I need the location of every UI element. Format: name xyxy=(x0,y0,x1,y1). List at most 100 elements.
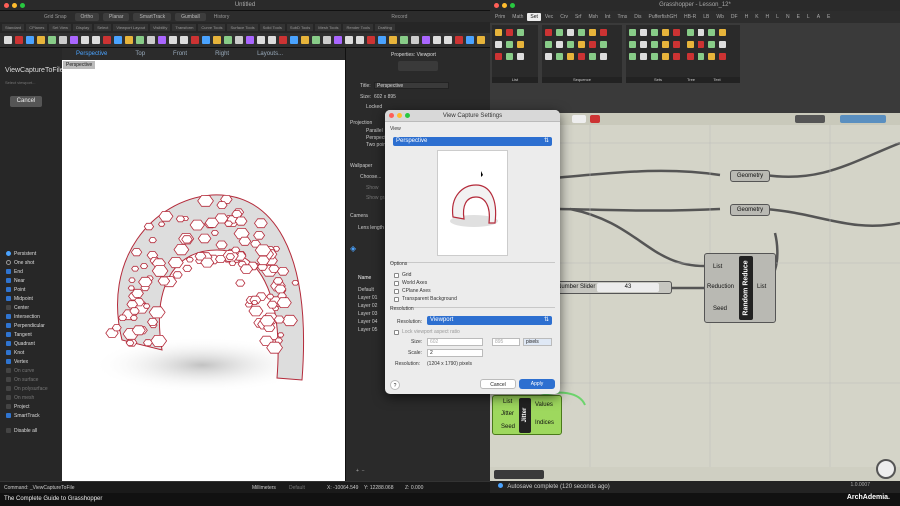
proj-parallel[interactable]: Parallel xyxy=(366,128,383,134)
gh-panel-label[interactable]: Sequence xyxy=(542,77,622,83)
toolbar-tab[interactable]: Drafting xyxy=(374,24,395,31)
command-cancel-button[interactable]: Cancel xyxy=(10,96,42,107)
toolbar-tool-icon[interactable] xyxy=(81,36,89,44)
osnap-option[interactable]: Persistent xyxy=(6,249,62,258)
layer-status[interactable]: Default xyxy=(289,485,305,491)
checkbox-icon[interactable] xyxy=(394,280,399,286)
gh-category-tab[interactable]: DF xyxy=(728,13,741,21)
checkbox-icon[interactable] xyxy=(6,314,11,319)
toolbar-tool-icon[interactable] xyxy=(411,36,419,44)
toolbar-tool-icon[interactable] xyxy=(70,36,78,44)
gh-component-icon[interactable] xyxy=(517,53,524,60)
toolbar-tool-icon[interactable] xyxy=(444,36,452,44)
gh-component-icon[interactable] xyxy=(578,29,585,36)
gh-panel-label[interactable]: Tree xyxy=(684,77,698,83)
toolbar-tool-icon[interactable] xyxy=(158,36,166,44)
toolbar-tool-icon[interactable] xyxy=(48,36,56,44)
navigation-gizmo-icon[interactable] xyxy=(876,459,896,479)
toolbar-tool-icon[interactable] xyxy=(323,36,331,44)
osnap-option[interactable]: One shot xyxy=(6,258,62,267)
gh-component-icon[interactable] xyxy=(556,29,563,36)
gh-component-icon[interactable] xyxy=(556,41,563,48)
toolbar-tool-icon[interactable] xyxy=(213,36,221,44)
gh-component-icon[interactable] xyxy=(545,53,552,60)
rr-input-seed[interactable]: Seed xyxy=(713,306,727,312)
option-checkbox[interactable]: CPlane Axes xyxy=(394,288,431,294)
osnap-option[interactable]: Disable all xyxy=(6,426,62,435)
help-button[interactable]: ? xyxy=(390,380,400,390)
checkbox-icon[interactable] xyxy=(6,323,11,328)
toolbar-tool-icon[interactable] xyxy=(169,36,177,44)
toolbar-tool-icon[interactable] xyxy=(103,36,111,44)
gh-category-tab[interactable]: Msh xyxy=(585,13,600,21)
toolbar-tab[interactable]: Transform xyxy=(172,24,197,31)
gh-component-icon[interactable] xyxy=(651,29,658,36)
gh-category-tab[interactable]: Wb xyxy=(713,13,727,21)
slider-value[interactable]: 43 xyxy=(597,283,659,292)
viewport-tab[interactable]: Front xyxy=(159,51,201,57)
radio-icon[interactable] xyxy=(6,251,11,256)
gh-category-tab[interactable]: Int xyxy=(602,13,614,21)
gh-component-icon[interactable] xyxy=(567,29,574,36)
canvas-preview-icon[interactable] xyxy=(590,115,600,123)
gh-category-tab[interactable]: PufferfishGH xyxy=(646,13,681,21)
gh-component-icon[interactable] xyxy=(495,29,502,36)
gh-category-tab[interactable]: Dis xyxy=(631,13,644,21)
gh-component-icon[interactable] xyxy=(578,53,585,60)
toolbar-tool-icon[interactable] xyxy=(191,36,199,44)
gh-component-icon[interactable] xyxy=(708,41,715,48)
jitter-output-indices[interactable]: Indices xyxy=(535,420,554,426)
viewport-tab[interactable]: Top xyxy=(121,51,159,57)
gh-component-icon[interactable] xyxy=(578,41,585,48)
scale-field[interactable]: 2 xyxy=(427,349,483,357)
checkbox-icon[interactable] xyxy=(6,341,11,346)
checkbox-icon[interactable] xyxy=(6,278,11,283)
toolbar-tool-icon[interactable] xyxy=(37,36,45,44)
gh-category-tab[interactable]: N xyxy=(783,13,793,21)
units-select[interactable]: pixels xyxy=(523,338,552,346)
checkbox-icon[interactable] xyxy=(6,305,11,310)
rr-input-reduction[interactable]: Reduction xyxy=(707,284,734,290)
toolbar-tool-icon[interactable] xyxy=(224,36,232,44)
gh-category-tab[interactable]: H xyxy=(763,13,773,21)
gh-component-icon[interactable] xyxy=(651,53,658,60)
planar-toggle[interactable]: Planar xyxy=(103,12,130,21)
osnap-option[interactable]: Knot xyxy=(6,348,62,357)
gh-component-icon[interactable] xyxy=(506,53,513,60)
toolbar-tool-icon[interactable] xyxy=(389,36,397,44)
toolbar-tool-icon[interactable] xyxy=(378,36,386,44)
toolbar-tool-icon[interactable] xyxy=(4,36,12,44)
checkbox-icon[interactable] xyxy=(394,296,399,302)
locked-checkbox[interactable]: Locked xyxy=(366,104,382,110)
osnap-option[interactable]: On polysurface xyxy=(6,384,62,393)
gh-component-icon[interactable] xyxy=(662,29,669,36)
checkbox-icon[interactable] xyxy=(394,288,399,294)
dialog-cancel-button[interactable]: Cancel xyxy=(480,379,516,389)
record-toggle[interactable]: Record xyxy=(387,14,411,20)
gh-component-icon[interactable] xyxy=(506,41,513,48)
toolbar-tab[interactable]: Curve Tools xyxy=(198,24,226,31)
layer-row[interactable]: Layer 03 xyxy=(358,311,377,319)
gh-category-tab[interactable]: Set xyxy=(527,13,541,21)
toolbar-tool-icon[interactable] xyxy=(455,36,463,44)
number-slider[interactable]: Number Slider 43 xyxy=(552,281,672,294)
geometry-param-2[interactable]: Geometry xyxy=(730,204,770,216)
gh-component-icon[interactable] xyxy=(708,53,715,60)
gh-component-icon[interactable] xyxy=(556,53,563,60)
toolbar-tool-icon[interactable] xyxy=(59,36,67,44)
gh-component-icon[interactable] xyxy=(719,29,726,36)
toolbar-tool-icon[interactable] xyxy=(356,36,364,44)
gh-component-icon[interactable] xyxy=(662,41,669,48)
osnap-option[interactable]: Quadrant xyxy=(6,339,62,348)
gh-component-icon[interactable] xyxy=(640,53,647,60)
gh-panel-label[interactable]: List xyxy=(492,77,538,83)
toolbar-tool-icon[interactable] xyxy=(466,36,474,44)
view-select[interactable]: Perspective ⇅ xyxy=(393,137,552,146)
jitter-component[interactable]: List Jitter Seed Jitter Values Indices xyxy=(492,395,562,435)
toolbar-tab[interactable]: Viewport Layout xyxy=(113,24,148,31)
choose-button[interactable]: Choose... xyxy=(360,174,381,180)
size-height-field[interactable]: 895 xyxy=(492,338,520,346)
gh-component-icon[interactable] xyxy=(708,29,715,36)
gh-component-icon[interactable] xyxy=(673,53,680,60)
viewport-tab[interactable]: Perspective xyxy=(62,51,121,57)
